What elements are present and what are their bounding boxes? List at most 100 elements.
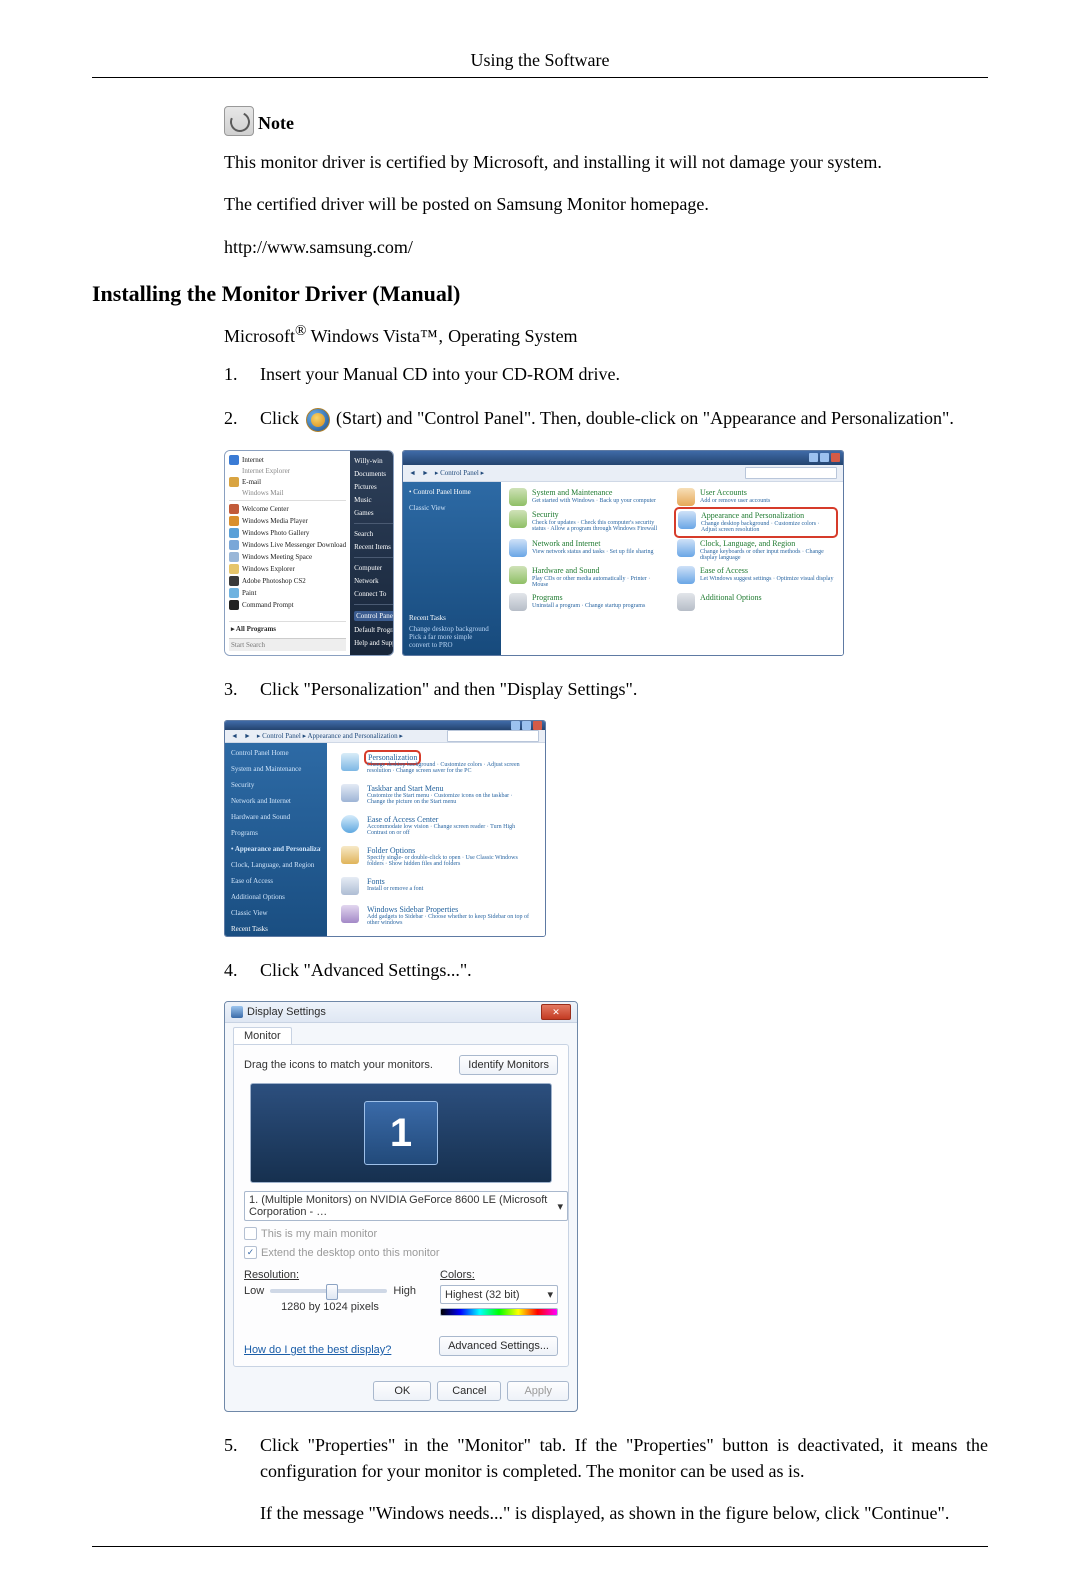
cat-network[interactable]: Network and InternetView network status … xyxy=(509,539,667,562)
min-icon[interactable] xyxy=(809,453,818,462)
breadcrumb[interactable]: ▸ Control Panel ▸ xyxy=(435,469,739,477)
rail-item[interactable]: Network and Internet xyxy=(231,797,321,805)
row-taskbar[interactable]: Taskbar and Start MenuCustomize the Star… xyxy=(341,784,531,805)
cat-hardware[interactable]: Hardware and SoundPlay CDs or other medi… xyxy=(509,566,667,589)
rail-item[interactable]: Additional Options xyxy=(231,893,321,901)
ok-button[interactable]: OK xyxy=(373,1381,431,1401)
close-icon[interactable] xyxy=(831,453,840,462)
step-5-block: Click "Properties" in the "Monitor" tab.… xyxy=(260,1432,988,1526)
rail-home[interactable]: • Control Panel Home xyxy=(409,488,495,496)
monitor-preview[interactable]: 1 xyxy=(250,1083,552,1183)
cat-additional[interactable]: Additional Options xyxy=(677,593,835,611)
slider-track[interactable] xyxy=(270,1289,387,1293)
sm-item[interactable]: Adobe Photoshop CS2 xyxy=(229,576,346,586)
max-icon[interactable] xyxy=(820,453,829,462)
sm-item[interactable]: Windows Explorer xyxy=(229,564,346,574)
rail-item[interactable]: Programs xyxy=(231,829,321,837)
min-icon[interactable] xyxy=(511,721,520,730)
rail-item[interactable]: Security xyxy=(231,781,321,789)
advanced-button[interactable]: Advanced Settings... xyxy=(439,1336,558,1356)
sm-item[interactable]: Paint xyxy=(229,588,346,598)
start-search[interactable]: Start Search xyxy=(229,638,346,651)
cat-system[interactable]: System and MaintenanceGet started with W… xyxy=(509,488,667,506)
sm-r[interactable]: Default Programs xyxy=(354,626,394,634)
rail-item[interactable]: System and Maintenance xyxy=(231,765,321,773)
sm-r[interactable]: Connect To xyxy=(354,590,394,598)
row-ease[interactable]: Ease of Access CenterAccommodate low vis… xyxy=(341,815,531,836)
sm-r[interactable]: Help and Support xyxy=(354,639,394,647)
sm-item[interactable]: Command Prompt xyxy=(229,600,346,610)
sm-r[interactable]: Network xyxy=(354,577,394,585)
cat-users[interactable]: User AccountsAdd or remove user accounts xyxy=(677,488,835,506)
sm-r[interactable]: Search xyxy=(354,530,394,538)
sm-item[interactable]: Welcome Center xyxy=(229,504,346,514)
fwd-icon[interactable]: ► xyxy=(244,732,251,740)
cat-appearance[interactable]: Appearance and PersonalizationChange des… xyxy=(677,510,835,535)
sm-r[interactable]: Games xyxy=(354,509,394,517)
fwd-icon[interactable]: ► xyxy=(422,469,429,477)
sm-label: Command Prompt xyxy=(242,601,294,609)
ease-icon xyxy=(677,566,695,584)
rail-item[interactable]: Clock, Language, and Region xyxy=(231,861,321,869)
rail-item-active[interactable]: • Appearance and Personalization xyxy=(231,845,321,853)
monitor-card[interactable]: 1 xyxy=(364,1101,438,1165)
row-sidebar[interactable]: Windows Sidebar PropertiesAdd gadgets to… xyxy=(341,905,531,926)
sm-r[interactable]: Recent Items xyxy=(354,543,394,551)
rail-classic[interactable]: Classic View xyxy=(409,504,495,512)
row-fonts[interactable]: FontsInstall or remove a font xyxy=(341,877,531,895)
cat-programs[interactable]: ProgramsUninstall a program · Change sta… xyxy=(509,593,667,611)
step-4-text: Click "Advanced Settings...". xyxy=(260,957,472,983)
cat-ease[interactable]: Ease of AccessLet Windows suggest settin… xyxy=(677,566,835,589)
sm-item[interactable]: Windows Meeting Space xyxy=(229,552,346,562)
sm-item[interactable]: Internet xyxy=(229,455,346,465)
all-programs[interactable]: ▸ All Programs xyxy=(229,621,346,636)
sm-r[interactable]: Computer xyxy=(354,564,394,572)
rail-item[interactable]: Control Panel Home xyxy=(231,749,321,757)
cat-security[interactable]: SecurityCheck for updates · Check this c… xyxy=(509,510,667,535)
rail-item[interactable]: Ease of Access xyxy=(231,877,321,885)
identify-button[interactable]: Identify Monitors xyxy=(459,1055,558,1075)
max-icon[interactable] xyxy=(522,721,531,730)
sm-r[interactable]: Pictures xyxy=(354,483,394,491)
rail-item[interactable]: Hardware and Sound xyxy=(231,813,321,821)
help-link[interactable]: How do I get the best display? xyxy=(244,1344,391,1356)
row-title: Fonts xyxy=(367,877,385,886)
rail-item[interactable]: Classic View xyxy=(231,909,321,917)
sm-r-controlpanel[interactable]: Control Panel xyxy=(354,611,394,621)
slider-thumb[interactable] xyxy=(326,1284,338,1300)
rail-recent-item[interactable]: Change desktop background xyxy=(231,935,321,937)
breadcrumb[interactable]: ▸ Control Panel ▸ Appearance and Persona… xyxy=(257,732,441,740)
back-icon[interactable]: ◄ xyxy=(409,469,416,477)
rail-recent-item[interactable]: convert to PRO xyxy=(409,641,495,649)
rail-recent-item[interactable]: Change desktop background xyxy=(409,625,495,633)
row-personalization[interactable]: PersonalizationChange desktop background… xyxy=(341,753,531,774)
tab-monitor[interactable]: Monitor xyxy=(233,1027,292,1044)
colors-select[interactable]: Highest (32 bit) ▾ xyxy=(440,1285,558,1304)
monitor-select[interactable]: 1. (Multiple Monitors) on NVIDIA GeForce… xyxy=(244,1191,568,1221)
sm-item[interactable]: Windows Live Messenger Download xyxy=(229,540,346,550)
page: Using the Software Note This monitor dri… xyxy=(0,0,1080,1587)
search-input[interactable] xyxy=(745,467,837,479)
cat-sub: Uninstall a program · Change startup pro… xyxy=(532,603,645,610)
dialog-title: Display Settings ✕ xyxy=(225,1002,577,1023)
sm-r[interactable]: Music xyxy=(354,496,394,504)
rail-recent-item[interactable]: Pick a far more simple xyxy=(409,633,495,641)
sm-item[interactable]: Windows Photo Gallery xyxy=(229,528,346,538)
search-input[interactable] xyxy=(447,730,539,742)
cancel-button[interactable]: Cancel xyxy=(437,1381,501,1401)
sm-item[interactable]: E-mail xyxy=(229,477,346,487)
monitor-icon xyxy=(678,511,696,529)
close-button[interactable]: ✕ xyxy=(541,1004,571,1020)
back-icon[interactable]: ◄ xyxy=(231,732,238,740)
cp-categories: System and MaintenanceGet started with W… xyxy=(501,482,843,655)
sm-user[interactable]: Willy-win xyxy=(354,457,394,465)
resolution-slider[interactable]: Low High xyxy=(244,1285,416,1297)
paint-icon xyxy=(229,588,239,598)
chk-extend-label: Extend the desktop onto this monitor xyxy=(261,1247,440,1259)
sm-r[interactable]: Documents xyxy=(354,470,394,478)
sm-item[interactable]: Windows Media Player xyxy=(229,516,346,526)
personalization-link[interactable]: Personalization xyxy=(367,753,418,762)
close-icon[interactable] xyxy=(533,721,542,730)
row-folder[interactable]: Folder OptionsSpecify single- or double-… xyxy=(341,846,531,867)
cat-clock[interactable]: Clock, Language, and RegionChange keyboa… xyxy=(677,539,835,562)
